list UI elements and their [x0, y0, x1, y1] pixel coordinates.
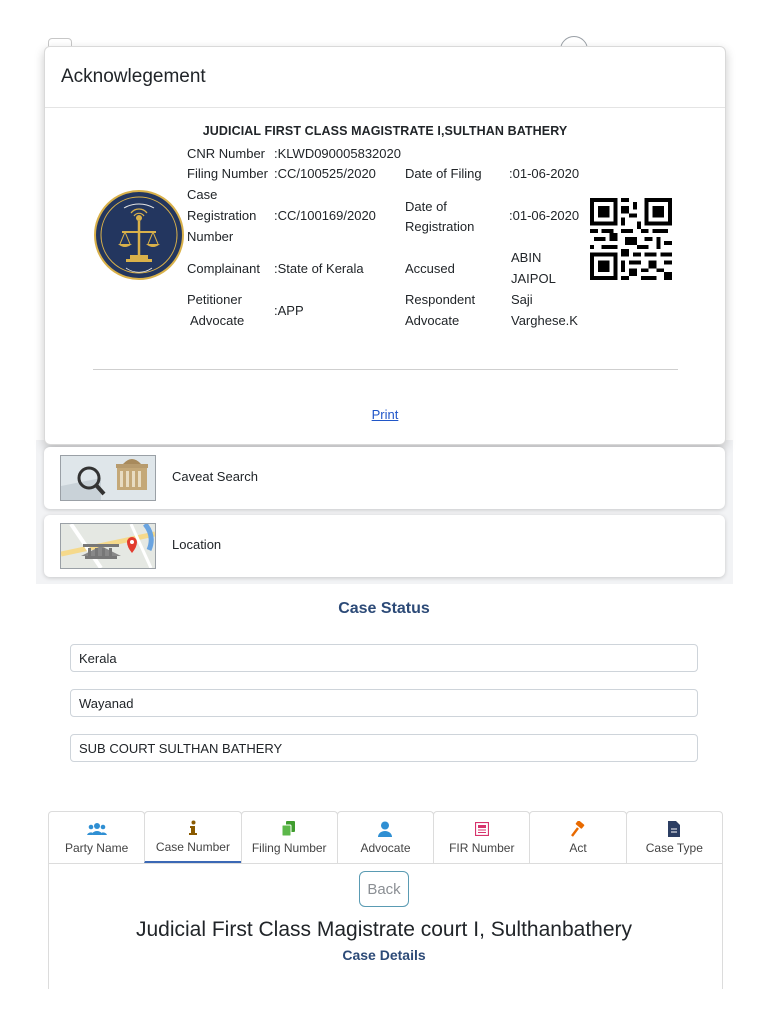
registration-date-label-line1: Date of: [405, 199, 447, 214]
location-map-icon: [60, 523, 156, 569]
cnr-label: CNR Number: [187, 146, 266, 161]
filing-date-value: :01-06-2020: [509, 166, 580, 181]
modal-title: Acknowlegement: [61, 66, 206, 87]
file-icon: [668, 820, 681, 838]
accused-label: Accused: [405, 261, 455, 276]
respondent-advocate-label-line1: Respondent: [405, 292, 476, 307]
court-complex-select[interactable]: SUB COURT SULTHAN BATHERY: [70, 734, 698, 762]
users-icon: [86, 820, 107, 838]
respondent-advocate-value-line1: Saji: [511, 292, 533, 307]
caveat-search-icon: [60, 455, 156, 501]
acknowledgement-modal: Acknowlegement JUDICIAL FIRST CLASS MAGI…: [44, 46, 726, 445]
tab-filing-number-label: Filing Number: [251, 841, 327, 855]
tab-party-name[interactable]: Party Name: [48, 811, 146, 863]
user-icon: [378, 820, 393, 838]
registration-label-line1: Case: [187, 187, 218, 202]
registration-date-value: :01-06-2020: [509, 208, 580, 223]
registration-label-line3: Number: [187, 229, 234, 244]
registration-number-value: :CC/100169/2020: [274, 208, 376, 223]
respondent-advocate-label-line2: Advocate: [405, 313, 460, 328]
newspaper-icon: [474, 820, 489, 838]
info-icon: [188, 819, 198, 837]
accused-value-line2: JAIPOL: [511, 271, 556, 286]
print-link[interactable]: Print: [45, 407, 725, 422]
filing-number-label: Filing Number: [187, 166, 268, 181]
accused-value-line1: ABIN: [511, 250, 542, 265]
location-label: Location: [172, 537, 222, 552]
tab-fir-number[interactable]: FIR Number: [433, 811, 531, 863]
ecourts-logo-icon: [94, 190, 184, 280]
tab-filing-number[interactable]: Filing Number: [240, 811, 338, 863]
tab-case-number-label: Case Number: [155, 840, 230, 854]
caveat-search-card[interactable]: Caveat Search: [44, 447, 725, 509]
modal-header: Acknowlegement: [45, 47, 725, 108]
district-select[interactable]: Wayanad: [70, 689, 698, 717]
qr-code-icon: [590, 198, 672, 280]
tab-act-label: Act: [569, 841, 587, 855]
location-card[interactable]: Location: [44, 515, 725, 577]
complainant-value: :State of Kerala: [274, 261, 364, 276]
tab-case-number[interactable]: Case Number: [144, 811, 242, 863]
tab-fir-number-label: FIR Number: [449, 841, 515, 855]
tab-advocate-label: Advocate: [360, 841, 411, 855]
state-select[interactable]: Kerala: [70, 644, 698, 672]
cnr-value: :KLWD090005832020: [274, 146, 401, 161]
tab-act[interactable]: Act: [529, 811, 627, 863]
petitioner-advocate-label-line1: Petitioner: [187, 292, 242, 307]
petitioner-advocate-value: :APP: [274, 303, 304, 318]
court-title-text: JUDICIAL FIRST CLASS MAGISTRATE I,SULTHA…: [202, 124, 568, 138]
filing-date-label: Date of Filing: [405, 166, 482, 181]
tab-party-name-label: Party Name: [64, 841, 129, 855]
complainant-label: Complainant: [187, 261, 260, 276]
petitioner-advocate-label-line2: Advocate: [190, 313, 245, 328]
registration-date-label-line2: Registration: [405, 219, 475, 234]
back-button[interactable]: Back: [359, 871, 409, 907]
tab-case-type[interactable]: Case Type: [625, 811, 723, 863]
modal-divider: [93, 369, 678, 370]
gavel-icon: [570, 820, 586, 838]
court-title: JUDICIAL FIRST CLASS MAGISTRATE I,SULTHA…: [45, 124, 725, 138]
search-tabs: Party Name Case Number Filing Number Adv…: [48, 811, 723, 863]
court-name-heading: Judicial First Class Magistrate court I,…: [135, 918, 633, 941]
tab-advocate[interactable]: Advocate: [336, 811, 435, 863]
case-status-title: Case Status: [338, 600, 430, 617]
respondent-advocate-value-line2: Varghese.K: [511, 313, 578, 328]
filing-number-value: :CC/100525/2020: [274, 166, 376, 181]
copy-icon: [282, 820, 296, 838]
case-details-title: Case Details: [342, 947, 426, 963]
tab-case-type-label: Case Type: [645, 841, 703, 855]
registration-label-line2: Registration: [187, 208, 257, 223]
caveat-search-label: Caveat Search: [172, 469, 258, 484]
